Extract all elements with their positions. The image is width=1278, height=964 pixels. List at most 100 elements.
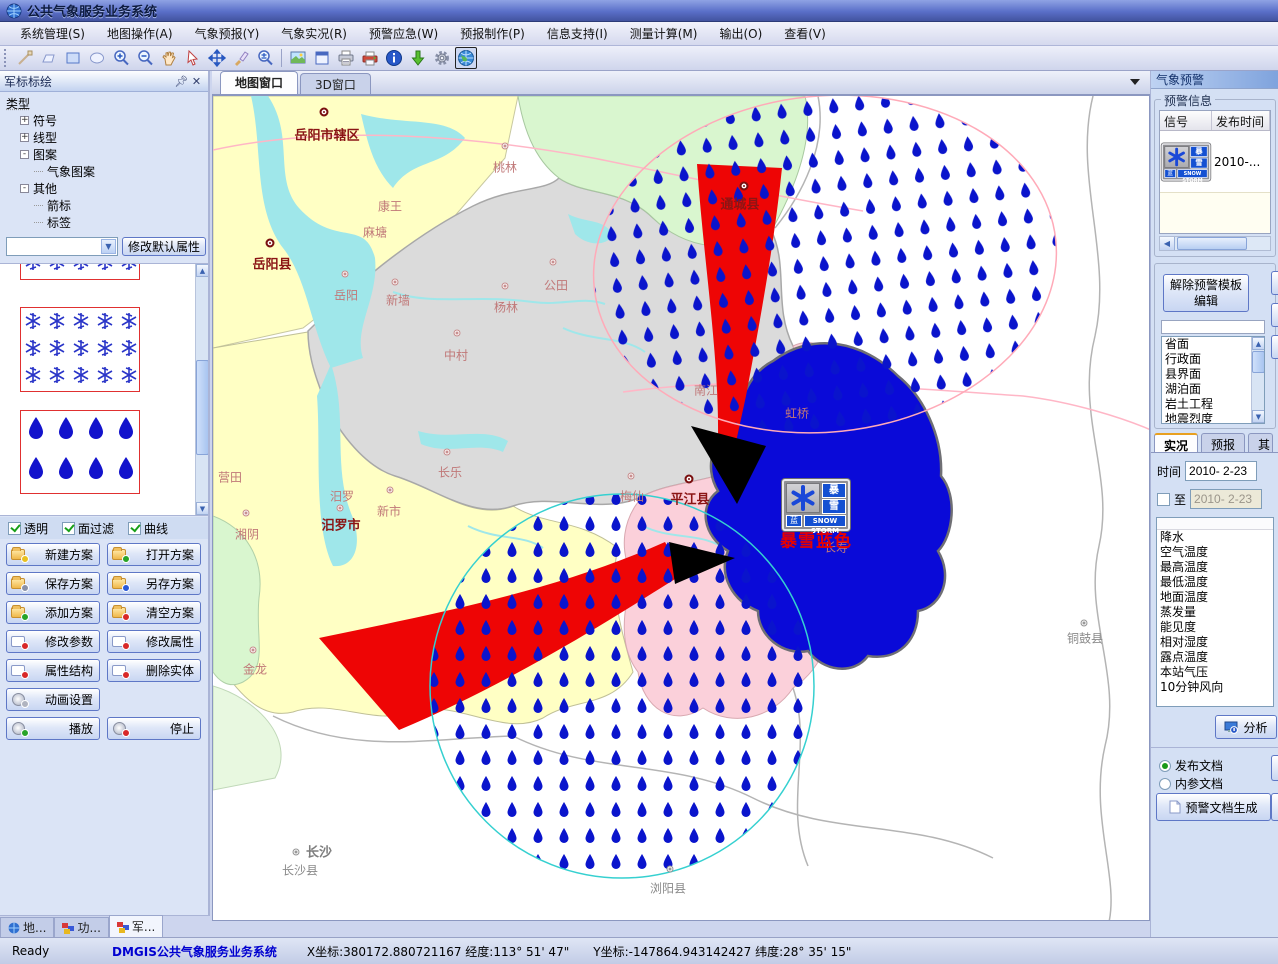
layer-item[interactable]: 县界面 — [1162, 367, 1264, 382]
generate-doc-button[interactable]: 预警文档生成 — [1156, 793, 1271, 821]
pattern-thumb-snow[interactable] — [20, 307, 140, 392]
clipped-button[interactable] — [1271, 271, 1278, 295]
chevron-down-icon[interactable]: ▼ — [101, 239, 116, 254]
scheme-button-5[interactable]: 清空方案 — [107, 601, 201, 624]
scheme-button-4[interactable]: 添加方案 — [6, 601, 100, 624]
menu-item-7[interactable]: 测量计算(M) — [620, 22, 708, 45]
layer-listbox[interactable]: 省面行政面县界面湖泊面岩土工程地震烈度 ▲ ▼ — [1161, 336, 1265, 424]
clipped-button[interactable] — [1271, 335, 1278, 359]
menu-item-0[interactable]: 系统管理(S) — [10, 22, 95, 45]
bottom-tab-0[interactable]: 地... — [0, 917, 54, 937]
element-item[interactable]: 降水 — [1157, 530, 1273, 545]
element-item[interactable]: 本站气压 — [1157, 665, 1273, 680]
element-item[interactable]: 地面温度 — [1157, 590, 1273, 605]
layer-scrollbar[interactable]: ▲ ▼ — [1251, 337, 1264, 423]
menu-item-6[interactable]: 信息支持(I) — [537, 22, 618, 45]
dialog-icon[interactable] — [311, 47, 333, 69]
scheme-button-3[interactable]: 另存方案 — [107, 572, 201, 595]
radio-dot[interactable] — [1159, 778, 1171, 790]
element-item[interactable]: 相对湿度 — [1157, 635, 1273, 650]
gear-icon[interactable] — [431, 47, 453, 69]
tree-item[interactable]: +线型 — [20, 129, 208, 146]
element-item[interactable]: 空气温度 — [1157, 545, 1273, 560]
pattern-scrollbar[interactable]: ▲ ▼ — [195, 264, 208, 515]
tree-item[interactable]: 气象图案 — [34, 163, 208, 180]
table-row[interactable]: 暴雪 蓝 SNOW STORM 2010-... — [1160, 131, 1270, 193]
scheme-button-6[interactable]: 修改参数 — [6, 630, 100, 653]
clipped-button[interactable] — [1271, 755, 1278, 781]
draw-rectangle-icon[interactable] — [62, 47, 84, 69]
menu-item-5[interactable]: 预报制作(P) — [450, 22, 535, 45]
select-arrow-icon[interactable] — [182, 47, 204, 69]
analyze-button[interactable]: 分析 — [1215, 715, 1277, 739]
tree-expand-icon[interactable]: + — [20, 116, 29, 125]
element-item[interactable]: 露点温度 — [1157, 650, 1273, 665]
menu-item-8[interactable]: 输出(O) — [709, 22, 772, 45]
element-item[interactable]: 最高温度 — [1157, 560, 1273, 575]
brush-icon[interactable] — [230, 47, 252, 69]
scroll-down-icon[interactable]: ▼ — [196, 502, 208, 515]
image-icon[interactable] — [287, 47, 309, 69]
menu-item-4[interactable]: 预警应急(W) — [359, 22, 448, 45]
close-icon[interactable]: ✕ — [189, 74, 204, 89]
clipped-button[interactable] — [1271, 793, 1278, 821]
scroll-down-icon[interactable]: ▼ — [1252, 410, 1265, 423]
hscrollbar-thumb[interactable] — [1177, 237, 1247, 250]
tab-list-dropdown-icon[interactable] — [1130, 79, 1140, 85]
checkbox-2[interactable]: 曲线 — [128, 520, 168, 537]
tab-3d-window[interactable]: 3D窗口 — [300, 73, 371, 94]
menu-item-3[interactable]: 气象实况(R) — [271, 22, 357, 45]
scrollbar-thumb[interactable] — [196, 360, 208, 455]
scheme-button-10[interactable]: 动画设置 — [6, 688, 100, 711]
tree-expand-icon[interactable]: - — [20, 184, 29, 193]
download-icon[interactable] — [407, 47, 429, 69]
tree-item[interactable]: 箭标 — [34, 197, 208, 214]
tree-item[interactable]: -图案 — [20, 146, 208, 163]
tab-live[interactable]: 实况 — [1154, 433, 1198, 452]
table-hscrollbar[interactable]: ◀ — [1159, 236, 1271, 251]
layer-item[interactable]: 湖泊面 — [1162, 382, 1264, 397]
draw-polygon-icon[interactable] — [38, 47, 60, 69]
draw-ellipse-icon[interactable] — [86, 47, 108, 69]
scheme-button-1[interactable]: 打开方案 — [107, 543, 201, 566]
globe-icon[interactable] — [455, 47, 477, 69]
scroll-up-icon[interactable]: ▲ — [196, 264, 208, 277]
checkbox-1[interactable]: 面过滤 — [62, 520, 114, 537]
print-color-icon[interactable] — [359, 47, 381, 69]
modify-default-button[interactable]: 修改默认属性 — [122, 237, 206, 256]
scroll-up-icon[interactable]: ▲ — [1252, 337, 1265, 350]
scheme-button-11[interactable]: 播放 — [6, 717, 100, 740]
layer-item[interactable]: 省面 — [1162, 337, 1264, 352]
tree-item[interactable]: -其他 — [20, 180, 208, 197]
zoom-area-icon[interactable] — [254, 47, 276, 69]
radio-dot[interactable] — [1159, 760, 1171, 772]
element-item[interactable]: 10分钟风向 — [1157, 680, 1273, 695]
pin-icon[interactable]: 📌︎ — [174, 74, 189, 89]
checkbox-0[interactable]: 透明 — [8, 520, 48, 537]
scroll-left-icon[interactable]: ◀ — [1160, 237, 1175, 250]
menu-item-2[interactable]: 气象预报(Y) — [185, 22, 270, 45]
zoom-out-icon[interactable] — [134, 47, 156, 69]
menu-item-9[interactable]: 查看(V) — [774, 22, 836, 45]
layer-item[interactable]: 地震烈度 — [1162, 412, 1264, 424]
tree-item[interactable]: +符号 — [20, 112, 208, 129]
scheme-button-7[interactable]: 修改属性 — [107, 630, 201, 653]
template-edit-button[interactable]: 解除预警模板编辑 — [1163, 274, 1249, 312]
tab-map-window[interactable]: 地图窗口 — [220, 71, 298, 94]
col-signal[interactable]: 信号 — [1160, 111, 1212, 130]
col-time[interactable]: 发布时间 — [1212, 111, 1270, 130]
bottom-tab-2[interactable]: 军... — [109, 915, 163, 937]
pattern-thumb-rain-selected[interactable] — [20, 410, 140, 494]
warning-table[interactable]: 信号 发布时间 暴雪 蓝 SNOW STORM 2010-... — [1159, 110, 1271, 234]
map-canvas[interactable]: 岳阳市辖区桃林康王麻塘岳阳县岳阳新墙公田杨林中村通城县虹桥南江平江县梅仙长寿营田… — [212, 95, 1150, 921]
element-listbox[interactable]: 降水空气温度最高温度最低温度地面温度蒸发量能见度相对湿度露点温度本站气压10分钟… — [1156, 517, 1274, 707]
scheme-button-9[interactable]: 删除实体 — [107, 659, 201, 682]
tab-other[interactable]: 其 — [1248, 433, 1273, 452]
draw-line-icon[interactable] — [14, 47, 36, 69]
element-item[interactable]: 蒸发量 — [1157, 605, 1273, 620]
tree-item[interactable]: 标签 — [34, 214, 208, 231]
layer-item[interactable]: 岩土工程 — [1162, 397, 1264, 412]
scheme-button-12[interactable]: 停止 — [107, 717, 201, 740]
tab-forecast[interactable]: 预报 — [1201, 433, 1245, 452]
print-icon[interactable] — [335, 47, 357, 69]
